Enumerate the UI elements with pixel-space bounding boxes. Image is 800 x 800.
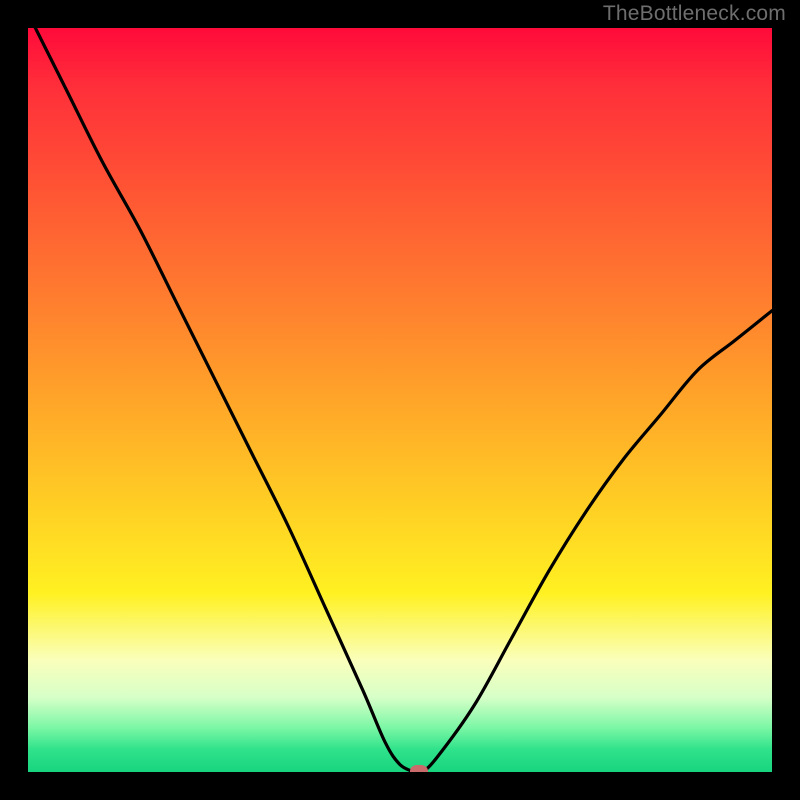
optimal-point-marker xyxy=(410,765,428,772)
plot-area xyxy=(28,28,772,772)
chart-frame: TheBottleneck.com xyxy=(0,0,800,800)
watermark-text: TheBottleneck.com xyxy=(603,2,786,26)
bottleneck-curve xyxy=(28,28,772,772)
